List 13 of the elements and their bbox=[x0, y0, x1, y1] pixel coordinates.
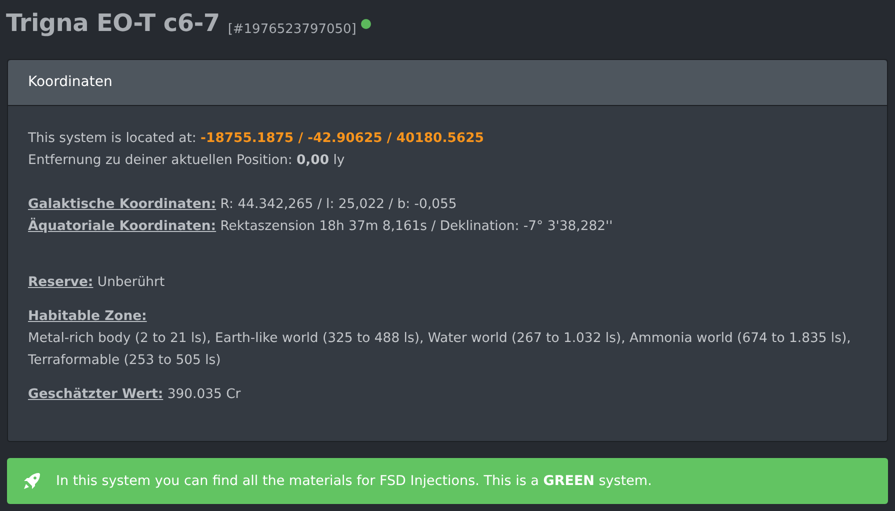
system-id: [#1976523797050] bbox=[228, 22, 356, 36]
rocket-icon bbox=[22, 471, 42, 491]
value-line: Geschätzter Wert: 390.035 Cr bbox=[28, 386, 242, 404]
habitable-zone-text: Metal-rich body (2 to 21 ls), Earth-like world (325 to 488 ls), Water world (267 to 1.032 ls), Ammonia world (674 to 1.835 ls), Terraformable (253 to 505 ls) bbox=[28, 330, 852, 370]
alert-text: In this system you can find all the materials for FSD Injections. This is a GREEN system. bbox=[56, 473, 652, 489]
coordinate-line: Äquatoriale Koordinaten: Rektaszension 18h 37m 8,161s / Deklination: -7° 3'38,282'' bbox=[28, 216, 614, 236]
location-text: This system is located at: -18755.1875 / -42.90625 / 40180.5625 bbox=[28, 130, 485, 148]
coordinate-line: Galaktische Koordinaten: R: 44.342,265 / l: 25,022 / b: -0,055 bbox=[28, 196, 458, 214]
panel-heading: Koordinaten bbox=[8, 60, 887, 106]
system-name: Trigna EO-T c6-7 bbox=[6, 9, 220, 37]
distance-text: Entfernung zu deiner aktuellen Position: 0,00 ly bbox=[28, 152, 346, 170]
habitable-zone-label: Habitable Zone: bbox=[28, 309, 147, 324]
reserve-line: Reserve: Unberührt bbox=[28, 274, 166, 292]
